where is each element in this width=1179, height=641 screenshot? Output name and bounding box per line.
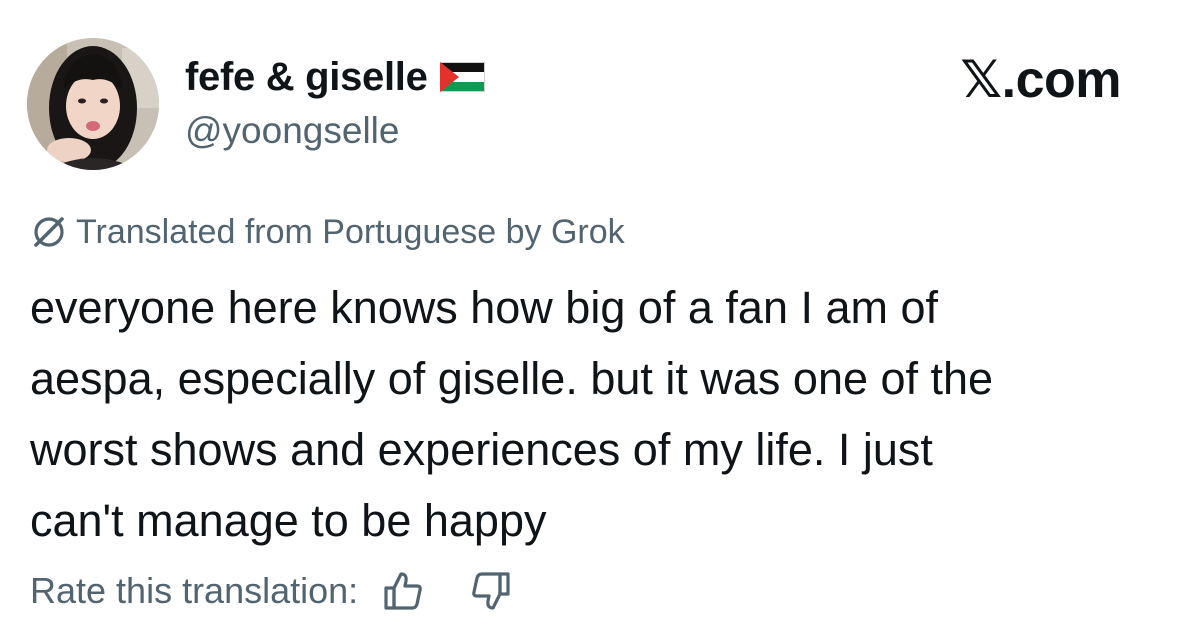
translation-notice: Translated from Portuguese by Grok [30,210,625,254]
author-name-row[interactable]: fefe & giselle [185,52,485,102]
avatar[interactable] [27,38,159,170]
profile-photo [27,38,159,170]
tweet-text: everyone here knows how big of a fan I a… [30,282,994,546]
thumbs-down-icon [472,572,510,610]
rate-translation-row: Rate this translation: [30,566,514,616]
rate-translation-label: Rate this translation: [30,570,359,611]
x-brand-logo: 𝕏.com [960,51,1121,109]
palestine-flag-icon [439,62,485,92]
grok-icon [34,217,64,247]
display-name[interactable]: fefe & giselle [185,55,428,100]
author-handle[interactable]: @yoongselle [185,110,399,152]
thumbs-up-button[interactable] [380,568,426,614]
thumbs-down-button[interactable] [468,568,514,614]
translation-label: Translated from Portuguese by Grok [76,212,625,251]
thumbs-up-icon [384,572,422,610]
